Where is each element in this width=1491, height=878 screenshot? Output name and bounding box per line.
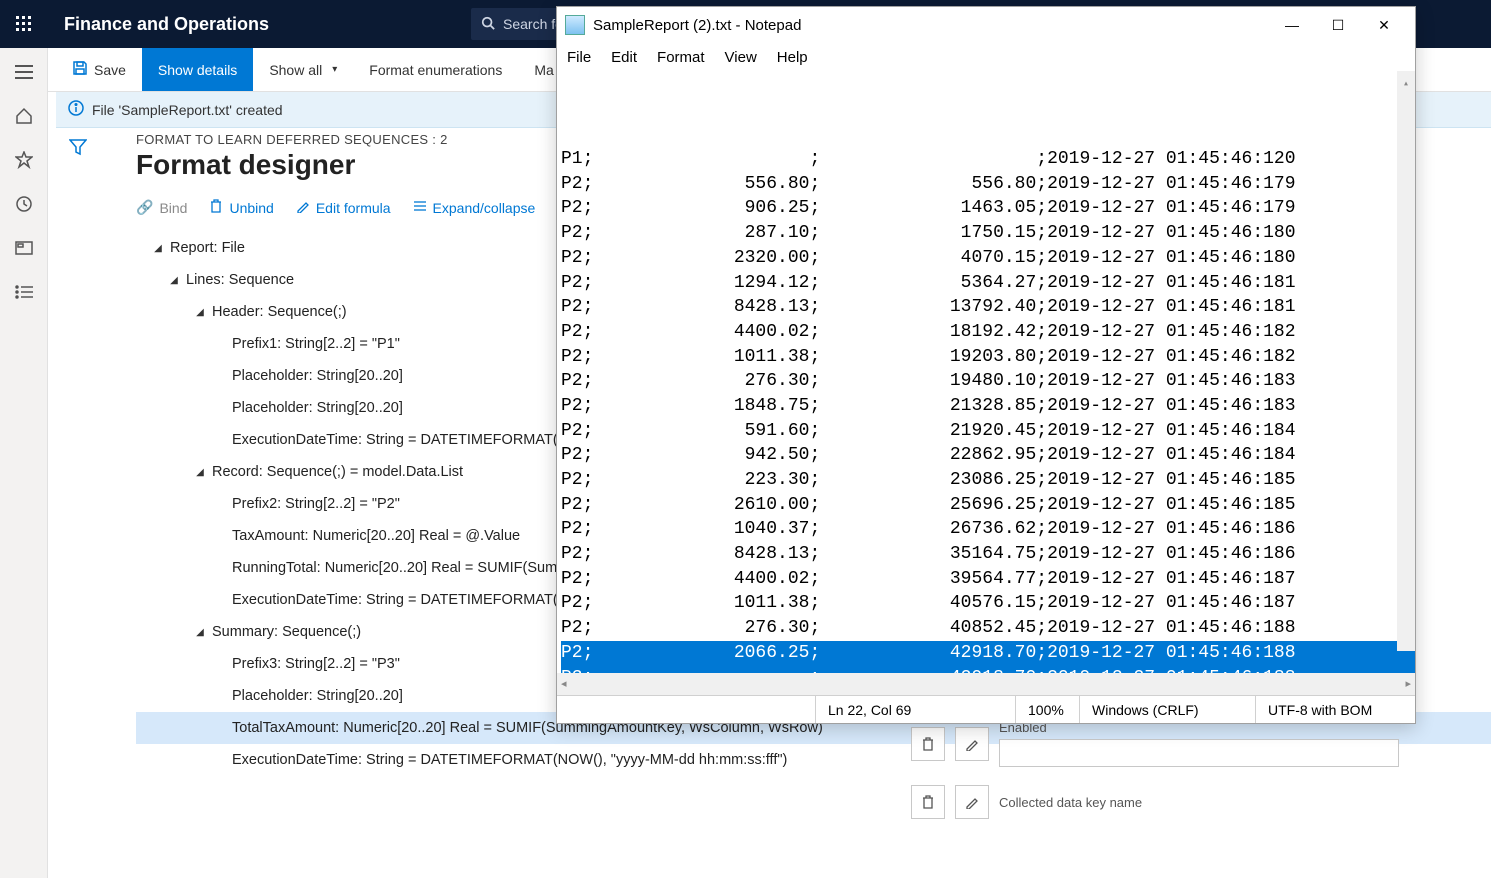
text-line: P1; ; ;2019-12-27 01:45:46:120	[561, 147, 1415, 172]
text-line: P2; 8428.13; 13792.40;2019-12-27 01:45:4…	[561, 295, 1415, 320]
scroll-left-icon: ◂	[561, 677, 567, 690]
horizontal-scrollbar[interactable]: ◂ ▸	[557, 673, 1415, 695]
clock-icon[interactable]	[12, 192, 36, 216]
text-line: P2; 1848.75; 21328.85;2019-12-27 01:45:4…	[561, 394, 1415, 419]
edit-button[interactable]	[955, 785, 989, 819]
vertical-scrollbar[interactable]: ▴	[1397, 71, 1415, 651]
pencil-icon	[296, 199, 310, 216]
text-line: P2; 4400.02; 18192.42;2019-12-27 01:45:4…	[561, 320, 1415, 345]
text-line: P2; 556.80; 556.80;2019-12-27 01:45:46:1…	[561, 172, 1415, 197]
caret-icon: ◢	[192, 307, 208, 318]
trash-icon	[209, 199, 223, 216]
status-zoom: 100%	[1015, 696, 1079, 723]
app-name: Finance and Operations	[48, 14, 285, 35]
show-details-button[interactable]: Show details	[142, 48, 253, 91]
info-message: File 'SampleReport.txt' created	[92, 102, 283, 118]
status-position: Ln 22, Col 69	[815, 696, 1015, 723]
text-line: P2; 2610.00; 25696.25;2019-12-27 01:45:4…	[561, 493, 1415, 518]
text-line: P2; 287.10; 1750.15;2019-12-27 01:45:46:…	[561, 221, 1415, 246]
notepad-statusbar: Ln 22, Col 69 100% Windows (CRLF) UTF-8 …	[557, 695, 1415, 723]
menu-view[interactable]: View	[725, 49, 757, 66]
close-button[interactable]: ✕	[1361, 10, 1407, 40]
info-icon	[68, 100, 84, 119]
maximize-button[interactable]: ☐	[1315, 10, 1361, 40]
workspace-icon[interactable]	[12, 236, 36, 260]
status-eol: Windows (CRLF)	[1079, 696, 1255, 723]
caret-icon: ◢	[166, 275, 182, 286]
notepad-window: SampleReport (2).txt - Notepad — ☐ ✕ Fil…	[556, 6, 1416, 724]
field-enabled: Enabled	[901, 720, 1491, 767]
delete-button[interactable]	[911, 727, 945, 761]
delete-button[interactable]	[911, 785, 945, 819]
scroll-right-icon: ▸	[1405, 677, 1411, 690]
caret-icon: ◢	[192, 627, 208, 638]
properties-panel: Enabled Collected data key name	[901, 720, 1491, 837]
filter-icon[interactable]	[69, 138, 87, 878]
filter-column	[56, 128, 100, 878]
minimize-button[interactable]: —	[1269, 10, 1315, 40]
text-line: P2; 1011.38; 19203.80;2019-12-27 01:45:4…	[561, 345, 1415, 370]
text-line: P2; 276.30; 19480.10;2019-12-27 01:45:46…	[561, 369, 1415, 394]
unbind-button[interactable]: Unbind	[209, 199, 273, 216]
home-icon[interactable]	[12, 104, 36, 128]
field-collected-key: Collected data key name	[901, 785, 1491, 819]
hamburger-icon[interactable]	[12, 60, 36, 84]
expand-collapse-button[interactable]: Expand/collapse	[413, 199, 536, 216]
menu-edit[interactable]: Edit	[611, 49, 637, 66]
search-icon	[481, 16, 495, 33]
edit-formula-button[interactable]: Edit formula	[296, 199, 391, 216]
notepad-title: SampleReport (2).txt - Notepad	[593, 17, 1269, 34]
show-all-button[interactable]: Show all▾	[253, 48, 353, 91]
scroll-up-icon: ▴	[1400, 73, 1412, 87]
text-line: P2; 1040.37; 26736.62;2019-12-27 01:45:4…	[561, 517, 1415, 542]
text-line: P2; 942.50; 22862.95;2019-12-27 01:45:46…	[561, 443, 1415, 468]
status-encoding: UTF-8 with BOM	[1255, 696, 1415, 723]
left-rail	[0, 48, 48, 878]
field-label: Collected data key name	[999, 795, 1142, 810]
notepad-text-area[interactable]: ▴ P1; ; ;2019-12-27 01:45:46:120P2; 556.…	[557, 71, 1415, 673]
text-line: P3; ; 42918.70;2019-12-27 01:45:46:188	[561, 666, 1415, 673]
text-line: P2; 4400.02; 39564.77;2019-12-27 01:45:4…	[561, 567, 1415, 592]
list-icon[interactable]	[12, 280, 36, 304]
notepad-menubar: File Edit Format View Help	[557, 43, 1415, 71]
link-icon: 🔗	[136, 199, 153, 216]
chevron-down-icon: ▾	[332, 64, 337, 75]
caret-icon: ◢	[150, 243, 166, 254]
expand-icon	[413, 199, 427, 216]
star-icon[interactable]	[12, 148, 36, 172]
format-enumerations-button[interactable]: Format enumerations	[353, 48, 518, 91]
text-line: P2; 2320.00; 4070.15;2019-12-27 01:45:46…	[561, 246, 1415, 271]
notepad-icon	[565, 15, 585, 35]
caret-icon: ◢	[192, 467, 208, 478]
text-line: P2; 1011.38; 40576.15;2019-12-27 01:45:4…	[561, 591, 1415, 616]
bind-button: 🔗Bind	[136, 199, 187, 216]
text-line: P2; 223.30; 23086.25;2019-12-27 01:45:46…	[561, 468, 1415, 493]
text-line: P2; 8428.13; 35164.75;2019-12-27 01:45:4…	[561, 542, 1415, 567]
menu-format[interactable]: Format	[657, 49, 705, 66]
notepad-titlebar[interactable]: SampleReport (2).txt - Notepad — ☐ ✕	[557, 7, 1415, 43]
enabled-input[interactable]	[999, 739, 1399, 767]
save-icon	[72, 60, 88, 79]
waffle-icon[interactable]	[0, 0, 48, 48]
menu-file[interactable]: File	[567, 49, 591, 66]
text-line: P2; 1294.12; 5364.27;2019-12-27 01:45:46…	[561, 271, 1415, 296]
edit-button[interactable]	[955, 727, 989, 761]
menu-help[interactable]: Help	[777, 49, 808, 66]
text-line: P2; 591.60; 21920.45;2019-12-27 01:45:46…	[561, 419, 1415, 444]
text-line: P2; 2066.25; 42918.70;2019-12-27 01:45:4…	[561, 641, 1415, 666]
text-line: P2; 906.25; 1463.05;2019-12-27 01:45:46:…	[561, 196, 1415, 221]
text-line: P2; 276.30; 40852.45;2019-12-27 01:45:46…	[561, 616, 1415, 641]
save-button[interactable]: Save	[56, 48, 142, 91]
